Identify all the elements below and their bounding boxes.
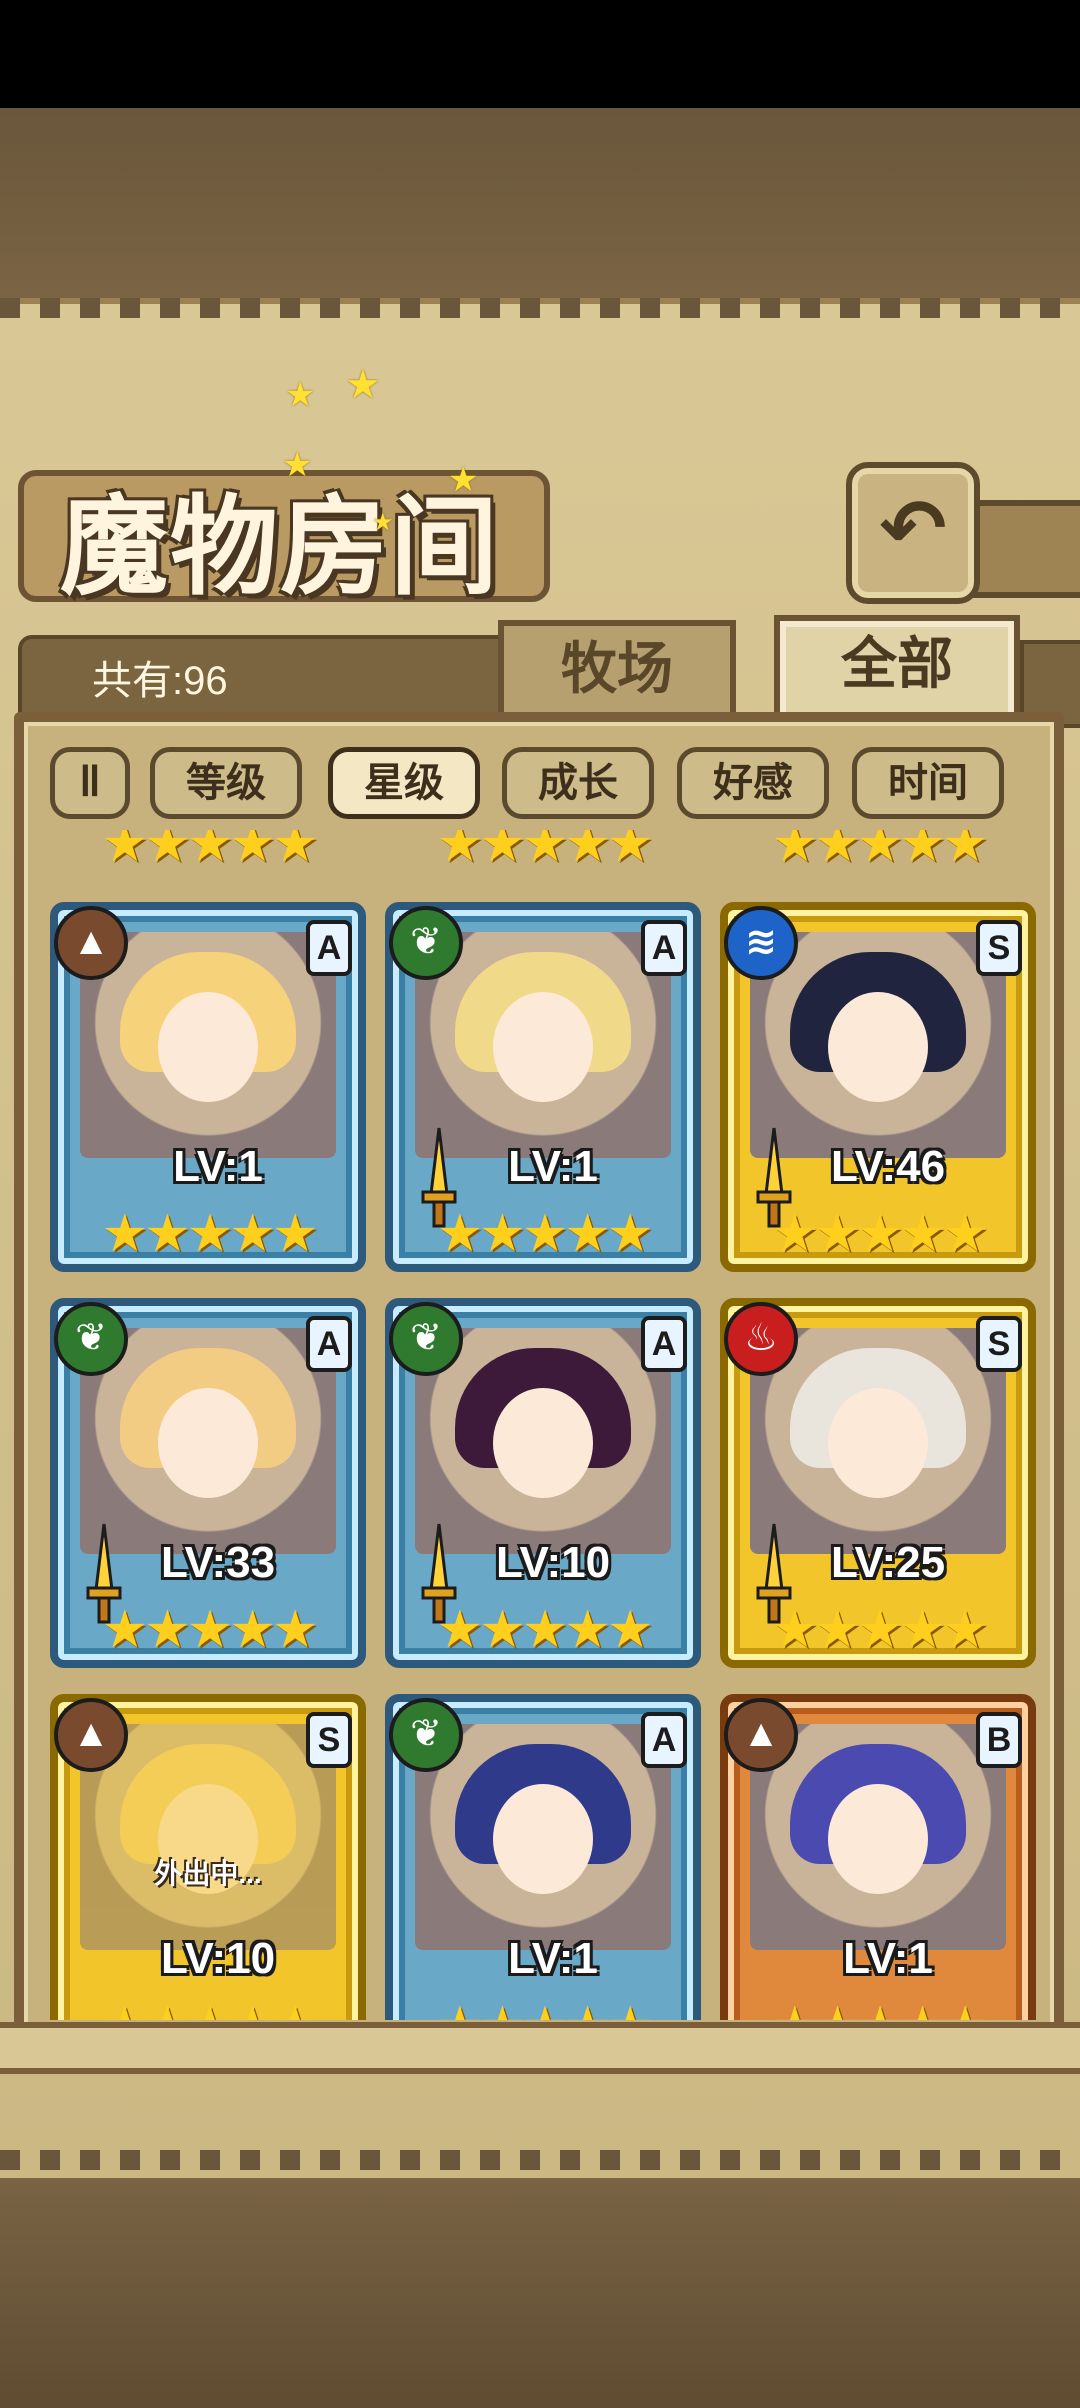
monster-card[interactable]: ❦ A LV:1 ★★★★★ [385, 902, 701, 1272]
earth-element-icon: ▲ [54, 906, 128, 980]
star-rating: ★★★★★ [101, 1205, 318, 1263]
away-status-label: 外出中... [154, 1858, 262, 1889]
water-element-icon: ≋ [724, 906, 798, 980]
partial-card: ★★★★★ [436, 830, 653, 868]
star-rating: ★★★★★ [88, 1998, 328, 2020]
monster-level: LV:1 [843, 1934, 933, 1983]
rank-badge: A [306, 1316, 352, 1372]
fire-element-icon: ♨ [724, 1302, 798, 1376]
map-strip-top [0, 108, 1080, 298]
partial-card: ★★★★★ [101, 830, 318, 868]
map-strip-bottom [0, 2170, 1080, 2408]
sort-growth-button[interactable]: 成长 [502, 747, 654, 819]
monster-level: LV:33 [160, 1538, 276, 1587]
monster-card[interactable]: ❦ A LV:33 ★★★★★ [50, 1298, 366, 1668]
sort-affection-button[interactable]: 好感 [677, 747, 829, 819]
monster-card[interactable]: ▲ S 外出中... LV:10 ★★★★★ [50, 1694, 366, 2020]
board-edge-bottom [0, 2150, 1080, 2170]
back-rail [968, 500, 1080, 598]
leaf-element-icon: ❦ [54, 1302, 128, 1376]
rank-badge: A [641, 920, 687, 976]
rank-badge: B [976, 1712, 1022, 1768]
star-rating: ★★★★★ [771, 1601, 988, 1659]
sparkle-star-icon: ★ [345, 363, 381, 407]
monster-card[interactable]: ▲ A LV:1 ★★★★★ [50, 902, 366, 1272]
star-rating: ★★★★★ [758, 1998, 998, 2020]
monster-card[interactable]: ❦ A LV:10 ★★★★★ [385, 1298, 701, 1668]
sparkle-star-icon: ★ [372, 509, 394, 536]
board-edge-top [0, 298, 1080, 318]
star-rating: ★★★★★ [436, 1601, 653, 1659]
star-rating: ★★★★★ [101, 1601, 318, 1659]
monster-count: 共有:96 [92, 659, 228, 703]
monster-level: LV:1 [508, 1142, 598, 1191]
rank-badge: S [976, 1316, 1022, 1372]
leaf-element-icon: ❦ [389, 1698, 463, 1772]
monster-card[interactable]: ▲ B LV:1 ★★★★★ [720, 1694, 1036, 2020]
star-rating: ★★★★★ [771, 1205, 988, 1263]
monster-grid[interactable]: ★★★★★ ★★★★★ ★★★★★ ▲ A LV:1 ★★★★★ ❦ A LV:1 ★★★★★… [40, 830, 1040, 2020]
page-title: 魔物房间 [60, 484, 501, 610]
monster-level: LV:1 [173, 1142, 263, 1191]
earth-element-icon: ▲ [724, 1698, 798, 1772]
tab-pasture[interactable]: 牧场 [498, 620, 736, 720]
sparkle-star-icon: ★ [282, 446, 313, 484]
sparkle-star-icon: ★ [448, 461, 479, 499]
star-rating: ★★★★★ [436, 1205, 653, 1263]
back-arrow-icon: ↶ [879, 484, 947, 573]
sort-order-toggle-button[interactable]: ‖ [50, 747, 130, 819]
monster-level: LV:46 [830, 1142, 946, 1191]
sort-star-button[interactable]: 星级 [328, 747, 480, 819]
rank-badge: A [641, 1316, 687, 1372]
leaf-element-icon: ❦ [389, 906, 463, 980]
sparkle-star-icon: ★ [285, 376, 316, 414]
partial-card: ★★★★★ [771, 830, 988, 868]
earth-element-icon: ▲ [54, 1698, 128, 1772]
rank-badge: A [306, 920, 352, 976]
frame-bottom-rail [0, 2022, 1080, 2074]
back-button[interactable]: ↶ [846, 462, 980, 604]
star-rating: ★★★★★ [423, 1998, 663, 2020]
status-bar [0, 0, 1080, 108]
monster-card[interactable]: ≋ S LV:46 ★★★★★ [720, 902, 1036, 1272]
sort-level-button[interactable]: 等级 [150, 747, 302, 819]
monster-level: LV:1 [508, 1934, 598, 1983]
rank-badge: A [641, 1712, 687, 1768]
sort-time-button[interactable]: 时间 [852, 747, 1004, 819]
rank-badge: S [306, 1712, 352, 1768]
monster-card[interactable]: ❦ A LV:1 ★★★★★ [385, 1694, 701, 2020]
monster-level: LV:10 [160, 1934, 276, 1983]
monster-card[interactable]: ♨ S LV:25 ★★★★★ [720, 1298, 1036, 1668]
monster-level: LV:10 [495, 1538, 611, 1587]
rank-badge: S [976, 920, 1022, 976]
leaf-element-icon: ❦ [389, 1302, 463, 1376]
monster-level: LV:25 [830, 1538, 946, 1587]
